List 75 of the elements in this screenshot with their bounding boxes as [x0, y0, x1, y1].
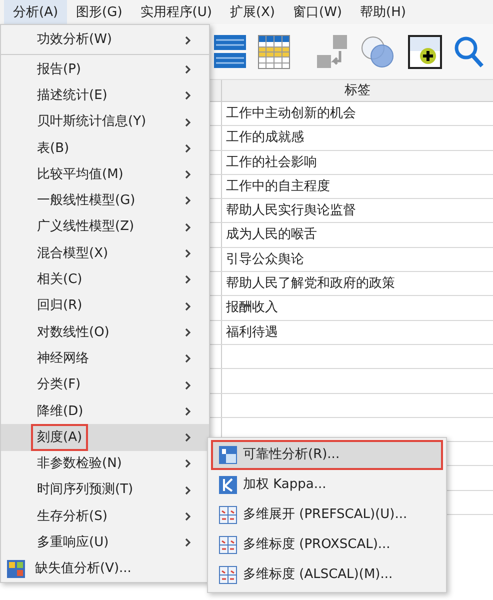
table-grid-icon[interactable] — [258, 34, 290, 68]
menu-item[interactable]: 广义线性模型(Z) — [1, 214, 209, 240]
chevron-right-icon — [185, 406, 191, 416]
table-cell-text: 引导公众舆论 — [225, 250, 305, 269]
chevron-right-icon — [185, 118, 191, 127]
table-cell-text: 帮助人民实行舆论监督 — [225, 202, 357, 220]
table-cell-text: 成为人民的喉舌 — [225, 226, 318, 244]
menu-item[interactable]: 表(B) — [1, 135, 209, 162]
chevron-right-icon — [185, 144, 191, 153]
menu-item[interactable]: 一般线性模型(G) — [1, 188, 209, 214]
menu-item[interactable]: 时间序列预测(T) — [1, 477, 209, 504]
chevron-right-icon — [185, 222, 191, 232]
chevron-right-icon — [185, 459, 191, 468]
menu-item[interactable]: 刻度(A) — [1, 424, 209, 451]
chevron-right-icon — [185, 64, 191, 74]
menu-item[interactable]: 对数线性(O) — [1, 319, 209, 346]
table-cell-text: 工作中主动创新的机会 — [225, 105, 357, 123]
search-icon[interactable] — [454, 36, 484, 68]
menu-bar-item[interactable]: 扩展(X) — [220, 0, 284, 24]
submenu-item[interactable]: 可靠性分析(R)... — [211, 440, 443, 470]
table-cell-text: 工作中的自主程度 — [225, 178, 331, 196]
chevron-right-icon — [185, 302, 191, 311]
menu-item[interactable]: 缺失值分析(V)... — [1, 556, 209, 582]
submenu-item[interactable]: 加权 Kappa... — [211, 470, 334, 500]
reliability-icon — [219, 446, 237, 464]
menu-item[interactable]: 相关(C) — [1, 266, 209, 293]
menu-bar-item[interactable]: 帮助(H) — [351, 0, 415, 24]
menu-item[interactable]: 多重响应(U) — [1, 530, 209, 556]
menu-bar-item[interactable]: 图形(G) — [67, 0, 132, 24]
chevron-right-icon — [185, 91, 191, 100]
kappa-icon — [219, 476, 237, 494]
menu-item[interactable]: 描述统计(E) — [1, 82, 209, 109]
submenu-item[interactable]: 多维展开 (PREFSCAL)(U)... — [211, 500, 416, 530]
chevron-right-icon — [185, 380, 191, 390]
column-header: 标签 — [344, 82, 372, 100]
chevron-right-icon — [185, 196, 191, 206]
chevron-right-icon — [185, 36, 191, 45]
overlapping-circles-icon[interactable] — [360, 34, 396, 68]
menu-item[interactable]: 神经网络 — [1, 346, 209, 372]
select-cases-icon[interactable] — [316, 34, 348, 68]
chevron-right-icon — [185, 512, 191, 521]
menu-item[interactable]: 非参数检验(N) — [1, 450, 209, 478]
table-cell-text: 工作的成就感 — [225, 129, 305, 148]
menu-item[interactable]: 分类(F) — [1, 372, 209, 398]
table-cell-text: 工作的社会影响 — [225, 154, 318, 172]
table-cell-text: 报酬收入 — [225, 299, 279, 318]
scaling-grid-icon — [219, 566, 237, 584]
scaling-grid-icon — [219, 536, 237, 554]
chevron-right-icon — [185, 170, 191, 180]
chevron-right-icon — [185, 249, 191, 258]
submenu-item[interactable]: 多维标度 (PROXSCAL)... — [211, 530, 398, 560]
menu-item[interactable]: 降维(D) — [1, 398, 209, 424]
menu-item[interactable]: 贝叶斯统计信息(Y) — [1, 108, 209, 136]
menu-item[interactable]: 功效分析(W) — [1, 27, 209, 54]
submenu-item[interactable]: 多维标度 (ALSCAL)(M)... — [211, 560, 401, 590]
menu-item[interactable]: 报告(P) — [1, 56, 209, 83]
table-cell-text: 福利待遇 — [225, 324, 279, 342]
menu-item[interactable]: 混合模型(X) — [1, 240, 209, 267]
menu-item[interactable]: 比较平均值(M) — [1, 161, 209, 188]
chevron-right-icon — [185, 328, 191, 337]
table-cell-text: 帮助人民了解党和政府的政策 — [225, 275, 396, 294]
menu-bar-item[interactable]: 窗口(W) — [284, 0, 351, 24]
chevron-right-icon — [185, 486, 191, 495]
menu-bar-item[interactable]: 分析(A) — [4, 0, 68, 24]
chevron-right-icon — [185, 433, 191, 442]
chevron-right-icon — [185, 538, 191, 548]
menu-item[interactable]: 生存分析(S) — [1, 503, 209, 530]
scaling-grid-icon — [219, 506, 237, 524]
missing-values-icon — [7, 560, 25, 578]
menu-bar-item[interactable]: 实用程序(U) — [131, 0, 221, 24]
data-grid-icon[interactable] — [214, 34, 246, 68]
chevron-right-icon — [185, 354, 191, 364]
add-plus-icon[interactable] — [408, 34, 442, 68]
menu-item[interactable]: 回归(R) — [1, 292, 209, 320]
chevron-right-icon — [185, 275, 191, 284]
